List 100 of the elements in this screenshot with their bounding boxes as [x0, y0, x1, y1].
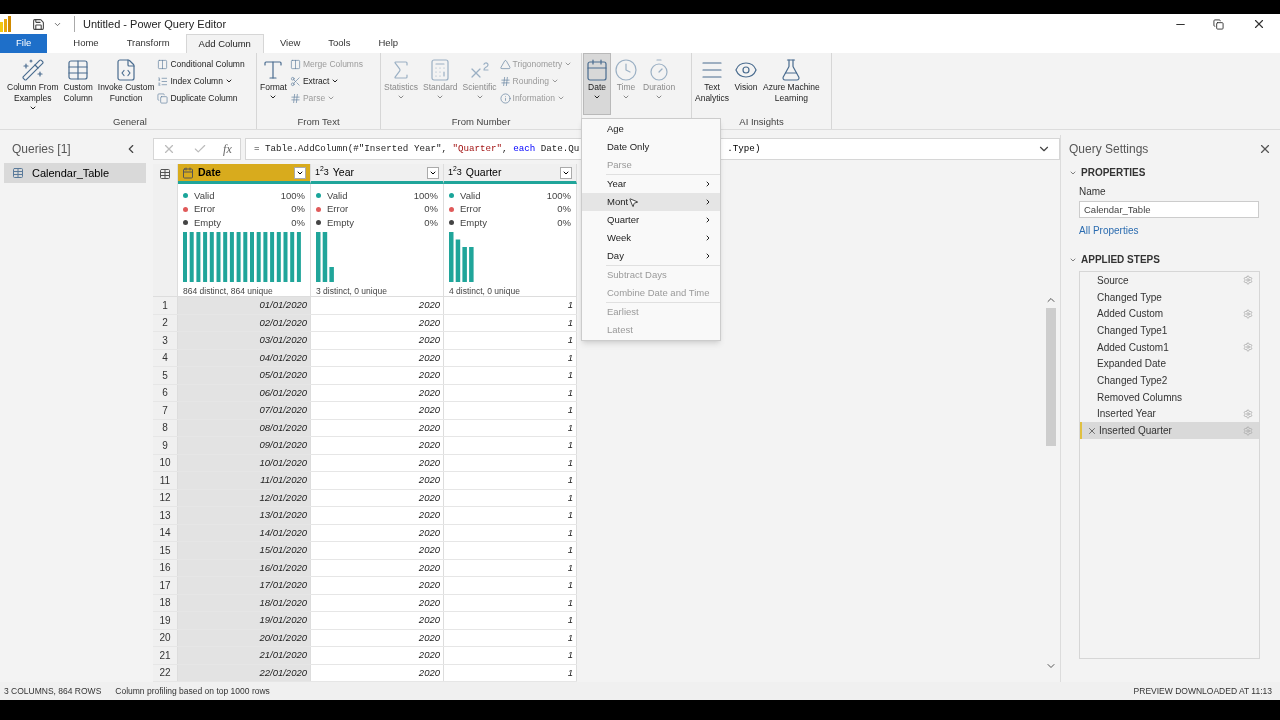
button-label: Vision [734, 82, 758, 93]
step-name: Removed Columns [1097, 390, 1184, 405]
table-cell: 07/01/2020 [178, 402, 311, 419]
table-cell: 2020 [311, 524, 444, 541]
table-cell: 17/01/2020 [178, 577, 311, 594]
table-cell: 1 [444, 332, 577, 349]
table-cell: 2020 [311, 314, 444, 331]
status-text: PREVIEW DOWNLOADED AT 11:13 [1133, 684, 1272, 698]
profile-label: Valid [194, 188, 216, 203]
profile-value: 0% [424, 215, 438, 230]
table-cell: 1 [444, 507, 577, 524]
table-cell: 1 [444, 524, 577, 541]
profile-value: 0% [557, 215, 571, 230]
table-cell: 1 [444, 297, 577, 314]
button-label: Azure Machine [763, 82, 820, 93]
group-label: General [113, 115, 147, 129]
table-cell: 1 [444, 437, 577, 454]
table-cell: 2020 [311, 489, 444, 506]
row-number: 15 [153, 542, 178, 559]
button-label: Time [616, 82, 636, 93]
button-label: Format [260, 82, 287, 93]
table-cell: 2020 [311, 419, 444, 436]
row-number: 13 [153, 507, 178, 524]
table-cell: 1 [444, 594, 577, 611]
step-name: Inserted Year [1097, 407, 1157, 422]
row-number: 9 [153, 437, 178, 454]
table-cell: 1 [444, 384, 577, 401]
step-name: Changed Type [1097, 290, 1163, 305]
table-cell: 2020 [311, 384, 444, 401]
step-name: Changed Type2 [1097, 373, 1169, 388]
button-label: Duration [643, 82, 676, 93]
table-cell: 2020 [311, 437, 444, 454]
profile-label: Valid [460, 188, 482, 203]
profile-summary: 864 distinct, 864 unique [183, 284, 274, 298]
button-label: Function [109, 93, 143, 104]
button-label: Scientific [462, 82, 497, 93]
table-cell: 2020 [311, 297, 444, 314]
table-cell: 03/01/2020 [178, 332, 311, 349]
profile-label: Error [194, 202, 217, 217]
step-name: Inserted Quarter [1099, 424, 1173, 439]
row-number: 11 [153, 472, 178, 489]
table-cell: 2020 [311, 612, 444, 629]
step-name: Source [1097, 273, 1130, 288]
table-cell: 2020 [311, 577, 444, 594]
table-cell: 2020 [311, 594, 444, 611]
table-cell: 1 [444, 489, 577, 506]
button-label: Standard [423, 82, 458, 93]
row-number: 3 [153, 332, 178, 349]
button-label: Statistics [384, 82, 418, 93]
profile-value: 0% [557, 202, 571, 217]
table-cell: 2020 [311, 664, 444, 681]
table-cell: 2020 [311, 629, 444, 646]
table-cell: 1 [444, 419, 577, 436]
status-text: 3 COLUMNS, 864 ROWS [4, 684, 102, 698]
profile-value: 100% [546, 188, 571, 203]
button-label: Column From [7, 82, 59, 93]
profile-label: Valid [327, 188, 349, 203]
field-label: Name [1079, 185, 1107, 199]
row-number: 21 [153, 647, 178, 664]
profile-summary: 4 distinct, 0 unique [449, 284, 521, 298]
row-number: 1 [153, 297, 178, 314]
table-cell: 1 [444, 559, 577, 576]
profile-label: Empty [327, 215, 355, 230]
section-heading: PROPERTIES [1081, 166, 1146, 180]
row-number: 5 [153, 367, 178, 384]
table-cell: 2020 [311, 507, 444, 524]
profile-label: Error [460, 202, 483, 217]
window-title: Untitled - Power Query Editor [74, 15, 227, 33]
table-cell: 1 [444, 542, 577, 559]
column-name: Year [332, 164, 355, 180]
step-name: Changed Type1 [1097, 323, 1169, 338]
panel-title: Query Settings [1069, 141, 1149, 158]
query-name: Calendar_Table [32, 165, 110, 181]
profile-value: 0% [424, 202, 438, 217]
table-cell: 1 [444, 367, 577, 384]
profile-label: Empty [460, 215, 488, 230]
table-cell: 1 [444, 314, 577, 331]
group-label: From Number [451, 115, 511, 129]
table-cell: 2020 [311, 559, 444, 576]
table-cell: 2020 [311, 454, 444, 471]
table-cell: 09/01/2020 [178, 437, 311, 454]
step-name: Added Custom [1097, 307, 1165, 322]
row-number: 17 [153, 577, 178, 594]
table-cell: 2020 [311, 402, 444, 419]
button-label: Custom [63, 82, 93, 93]
table-cell: 2020 [311, 542, 444, 559]
column-name: Date [198, 164, 222, 180]
status-text: Column profiling based on top 1000 rows [115, 684, 270, 698]
profile-summary: 3 distinct, 0 unique [316, 284, 388, 298]
table-cell: 2020 [311, 332, 444, 349]
table-cell: 05/01/2020 [178, 367, 311, 384]
button-label: Invoke Custom [97, 82, 155, 93]
table-cell: 2020 [311, 472, 444, 489]
table-cell: 1 [444, 647, 577, 664]
table-cell: 1 [444, 577, 577, 594]
profile-value: 100% [280, 188, 305, 203]
table-cell: 2020 [311, 647, 444, 664]
column-name: Quarter [465, 164, 503, 180]
table-cell: 1 [444, 664, 577, 681]
section-heading: APPLIED STEPS [1081, 253, 1160, 267]
